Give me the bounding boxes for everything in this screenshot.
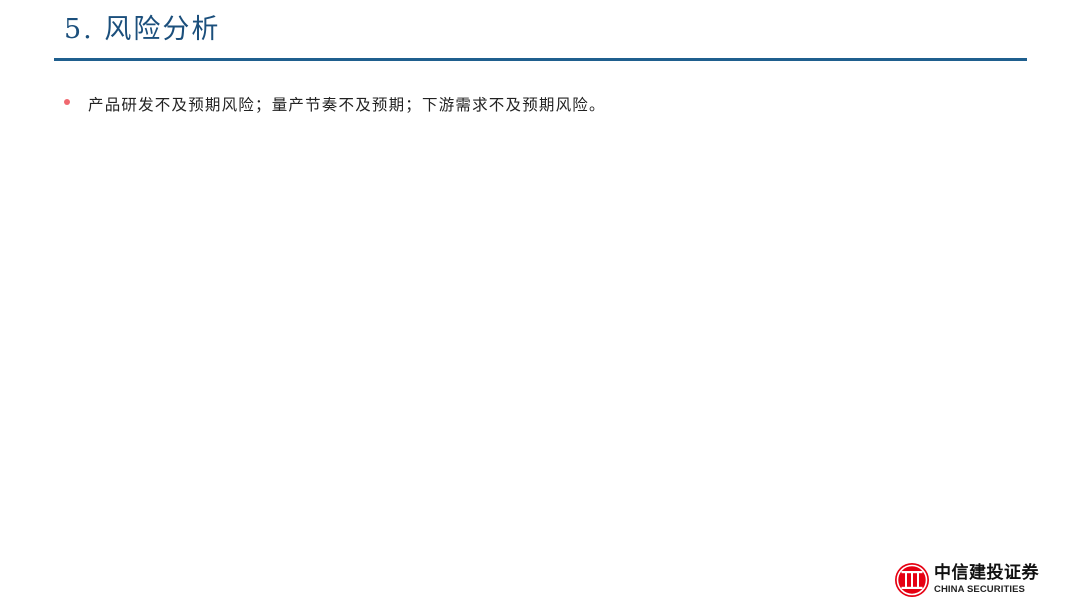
bullet-item: 产品研发不及预期风险；量产节奏不及预期；下游需求不及预期风险。	[64, 92, 606, 116]
slide-title: 5. 风险分析	[64, 14, 221, 45]
bullet-text: 产品研发不及预期风险；量产节奏不及预期；下游需求不及预期风险。	[88, 96, 606, 114]
citic-logo-icon	[895, 563, 929, 597]
title-divider	[54, 58, 1027, 61]
bullet-dot-icon	[64, 99, 70, 105]
bullet-list: 产品研发不及预期风险；量产节奏不及预期；下游需求不及预期风险。	[64, 92, 606, 116]
company-logo: 中信建投证券 CHINA SECURITIES	[894, 562, 1039, 598]
company-name-cn: 中信建投证券	[934, 563, 1039, 584]
company-name-en: CHINA SECURITIES	[934, 584, 1025, 596]
